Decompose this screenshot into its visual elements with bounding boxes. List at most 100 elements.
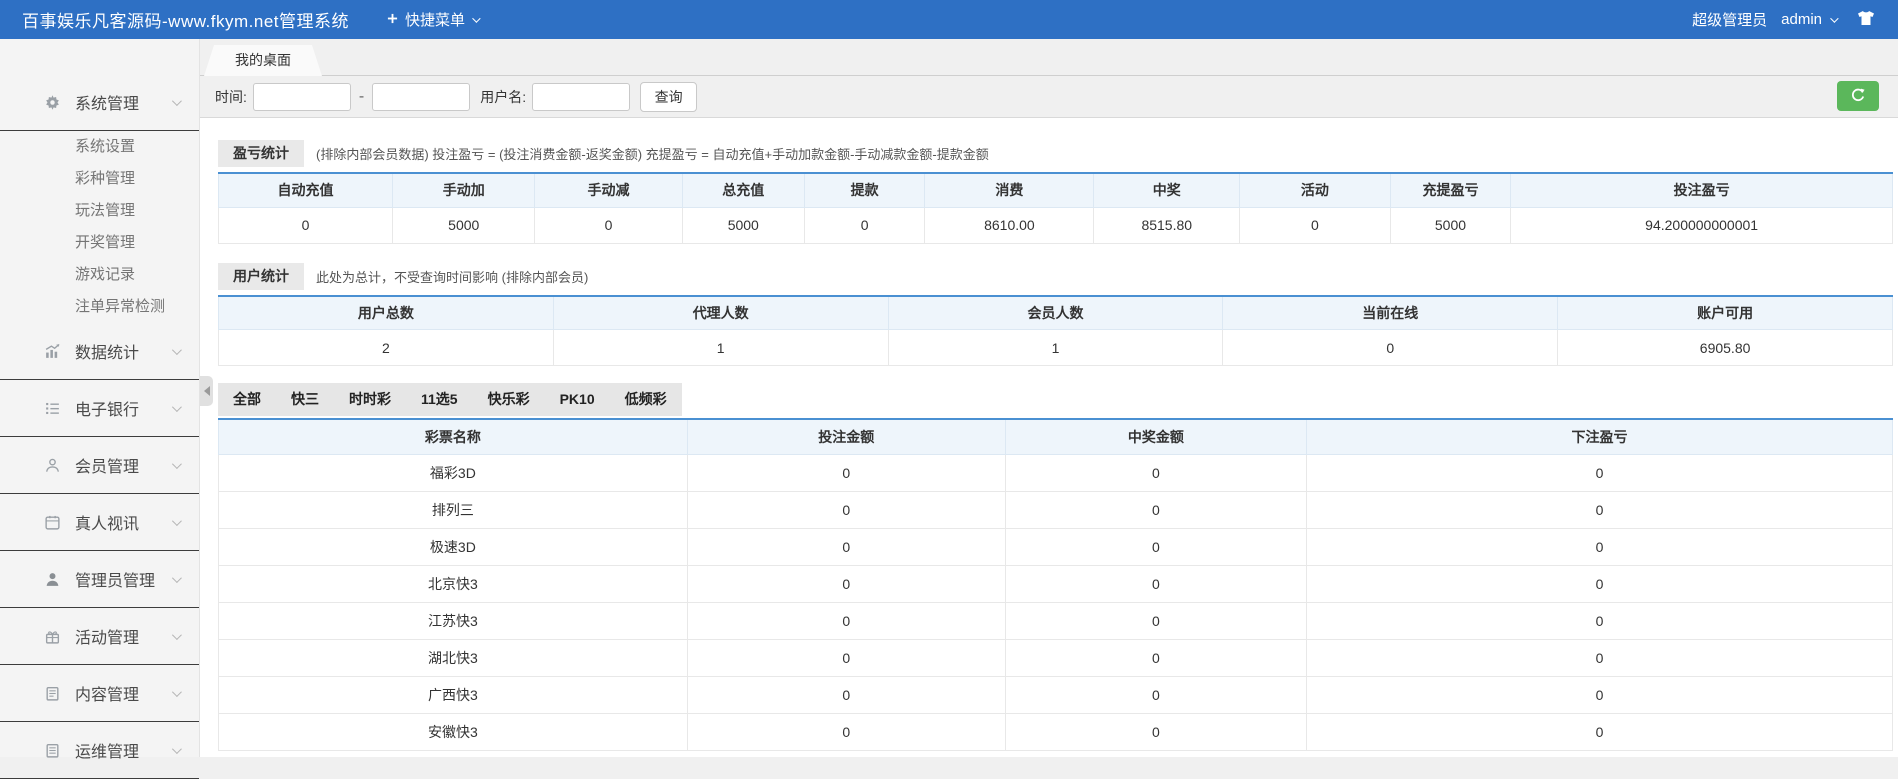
- cell: 极速3D: [219, 528, 688, 565]
- col-header: 彩票名称: [219, 419, 688, 454]
- lottery-table: 彩票名称 投注金额 中奖金额 下注盈亏 福彩3D 0 0 0 排列三 0 0 0: [218, 418, 1893, 751]
- search-button[interactable]: 查询: [640, 82, 697, 112]
- chevron-down-icon: [172, 516, 182, 526]
- table-header-row: 自动充值 手动加 手动减 总充值 提款 消费 中奖 活动 充提盈亏 投注盈亏: [219, 173, 1893, 207]
- tab-all[interactable]: 全部: [218, 383, 276, 416]
- tab-11xuan5[interactable]: 11选5: [406, 383, 473, 416]
- table-row: 2 1 1 0 6905.80: [219, 330, 1893, 366]
- sidebar-item-ops-management[interactable]: 运维管理: [0, 722, 199, 779]
- sidebar-item-label: 系统管理: [75, 90, 172, 114]
- gift-icon: [44, 628, 61, 645]
- sidebar-item-label: 运维管理: [75, 738, 172, 762]
- time-label: 时间:: [215, 87, 247, 107]
- content-panel: 盈亏统计 (排除内部会员数据) 投注盈亏 = (投注消费金额-返奖金额) 充提盈…: [200, 117, 1898, 757]
- cell: 94.200000000001: [1511, 207, 1893, 243]
- filter-bar: 时间: - 用户名: 查询: [200, 76, 1898, 117]
- cell: 0: [1307, 565, 1893, 602]
- cell: 广西快3: [219, 676, 688, 713]
- sidebar-item-e-banking[interactable]: 电子银行: [0, 380, 199, 437]
- cell: 0: [1005, 528, 1306, 565]
- tab-my-desktop[interactable]: 我的桌面: [204, 45, 322, 76]
- refresh-button[interactable]: [1837, 81, 1879, 111]
- cell: 0: [1005, 639, 1306, 676]
- tab-shishicai[interactable]: 时时彩: [334, 383, 406, 416]
- sidebar-item-data-statistics[interactable]: 数据统计: [0, 323, 199, 380]
- cell: 5000: [682, 207, 804, 243]
- cell: 0: [1005, 565, 1306, 602]
- col-header: 消费: [925, 173, 1094, 207]
- chevron-down-icon: [172, 687, 182, 697]
- table-row: 广西快3 0 0 0: [219, 676, 1893, 713]
- chevron-down-icon: [172, 630, 182, 640]
- quick-menu-button[interactable]: 快捷菜单: [387, 9, 478, 30]
- sidebar-collapse-handle[interactable]: [200, 376, 213, 406]
- sidebar-item-lottery-type[interactable]: 彩种管理: [0, 163, 199, 195]
- col-header: 总充值: [682, 173, 804, 207]
- col-header: 下注盈亏: [1307, 419, 1893, 454]
- col-header: 中奖: [1094, 173, 1240, 207]
- list-icon: [44, 400, 61, 417]
- cell: 0: [687, 602, 1005, 639]
- table-row: 湖北快3 0 0 0: [219, 639, 1893, 676]
- col-header: 手动加: [393, 173, 535, 207]
- sidebar-item-label: 活动管理: [75, 624, 172, 648]
- cell: 0: [1240, 207, 1391, 243]
- tab-strip: 我的桌面: [200, 39, 1898, 76]
- profit-section-note: (排除内部会员数据) 投注盈亏 = (投注消费金额-返奖金额) 充提盈亏 = 自…: [316, 144, 989, 163]
- cell: 0: [1307, 454, 1893, 491]
- chevron-down-icon: [172, 459, 182, 469]
- username-input[interactable]: [532, 83, 630, 111]
- sidebar: 系统管理 系统设置 彩种管理 玩法管理 开奖管理 游戏记录 注单异常检测 数据统…: [0, 39, 200, 757]
- col-header: 自动充值: [219, 173, 393, 207]
- sidebar-item-activity-management[interactable]: 活动管理: [0, 608, 199, 665]
- sidebar-item-label: 数据统计: [75, 339, 172, 363]
- username-dropdown[interactable]: admin: [1781, 11, 1836, 28]
- col-header: 中奖金额: [1005, 419, 1306, 454]
- cell: 8610.00: [925, 207, 1094, 243]
- chevron-down-icon: [172, 402, 182, 412]
- sidebar-item-play-method[interactable]: 玩法管理: [0, 195, 199, 227]
- username-label: 用户名:: [480, 87, 526, 107]
- table-row: 福彩3D 0 0 0: [219, 454, 1893, 491]
- tab-dipincai[interactable]: 低频彩: [610, 383, 682, 416]
- sidebar-item-member-management[interactable]: 会员管理: [0, 437, 199, 494]
- sidebar-item-system-settings[interactable]: 系统设置: [0, 131, 199, 163]
- app-title: 百事娱乐凡客源码-www.fkym.net管理系统: [22, 7, 349, 32]
- profit-table: 自动充值 手动加 手动减 总充值 提款 消费 中奖 活动 充提盈亏 投注盈亏 0…: [218, 172, 1893, 244]
- cell: 0: [1005, 676, 1306, 713]
- cell: 0: [687, 528, 1005, 565]
- time-to-input[interactable]: [372, 83, 470, 111]
- tab-kuailecai[interactable]: 快乐彩: [473, 383, 545, 416]
- cell: 0: [1307, 602, 1893, 639]
- sidebar-item-live-video[interactable]: 真人视讯: [0, 494, 199, 551]
- cell: 0: [1005, 602, 1306, 639]
- sidebar-item-draw-management[interactable]: 开奖管理: [0, 227, 199, 259]
- cell: 0: [1005, 454, 1306, 491]
- table-row: 极速3D 0 0 0: [219, 528, 1893, 565]
- chevron-down-icon: [172, 96, 182, 106]
- sidebar-item-abnormal-bet-check[interactable]: 注单异常检测: [0, 291, 199, 323]
- range-separator: -: [357, 88, 366, 106]
- cell: 北京快3: [219, 565, 688, 602]
- chevron-down-icon: [172, 573, 182, 583]
- time-from-input[interactable]: [253, 83, 351, 111]
- sidebar-item-game-records[interactable]: 游戏记录: [0, 259, 199, 291]
- profit-section-title: 盈亏统计: [218, 140, 304, 167]
- cell: 8515.80: [1094, 207, 1240, 243]
- tab-kuaisan[interactable]: 快三: [276, 383, 334, 416]
- cell: 福彩3D: [219, 454, 688, 491]
- cell: 0: [687, 713, 1005, 750]
- theme-tshirt-icon[interactable]: [1856, 10, 1876, 30]
- cell: 0: [535, 207, 682, 243]
- tab-pk10[interactable]: PK10: [545, 383, 610, 416]
- table-row: 江苏快3 0 0 0: [219, 602, 1893, 639]
- live-video-icon: [44, 514, 61, 531]
- lottery-table-wrap: 彩票名称 投注金额 中奖金额 下注盈亏 福彩3D 0 0 0 排列三 0 0 0: [218, 418, 1893, 751]
- sidebar-item-label: 会员管理: [75, 453, 172, 477]
- cell: 0: [1005, 713, 1306, 750]
- sidebar-item-admin-management[interactable]: 管理员管理: [0, 551, 199, 608]
- sidebar-item-system-management[interactable]: 系统管理: [0, 74, 199, 131]
- sidebar-item-content-management[interactable]: 内容管理: [0, 665, 199, 722]
- cell: 0: [687, 565, 1005, 602]
- cell: 0: [1307, 491, 1893, 528]
